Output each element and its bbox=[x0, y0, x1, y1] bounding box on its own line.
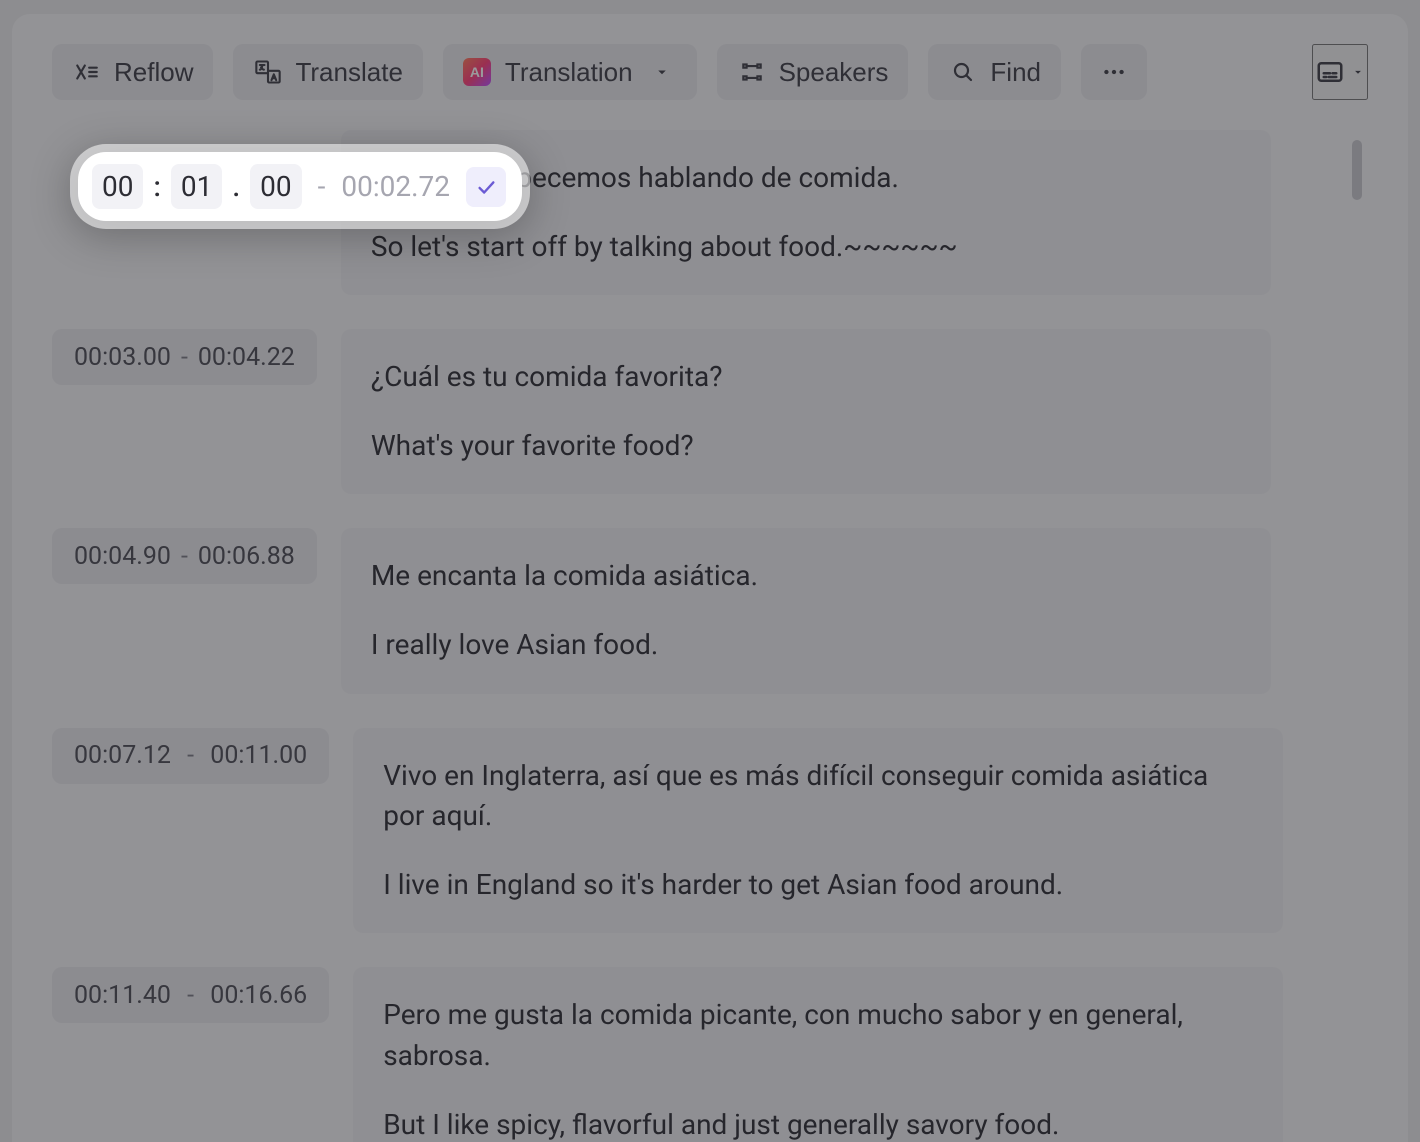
translation-dropdown[interactable]: AI Translation bbox=[443, 44, 697, 100]
time-centis-input[interactable]: 00 bbox=[250, 164, 301, 209]
timecode-pill[interactable]: 00:11.40 - 00:16.66 bbox=[52, 967, 329, 1023]
transcript-row: 00:11.40 - 00:16.66 Pero me gusta la com… bbox=[52, 967, 1368, 1142]
speakers-icon bbox=[737, 57, 767, 87]
time-minutes-input[interactable]: 00 bbox=[92, 164, 143, 209]
colon-separator: : bbox=[153, 170, 160, 203]
range-dash: - bbox=[318, 170, 326, 203]
transcript-row: 00:07.12 - 00:11.00 Vivo en Inglaterra, … bbox=[52, 728, 1368, 934]
segment-text[interactable]: Vivo en Inglaterra, así que es más difíc… bbox=[353, 728, 1283, 934]
segment-text[interactable]: Me encanta la comida asiática. I really … bbox=[341, 528, 1271, 693]
transcript-content: 00:01.00 - 00:02.72 npecemos hablando de… bbox=[52, 130, 1368, 1142]
transcript-row: 00:03.00 - 00:04.22 ¿Cuál es tu comida f… bbox=[52, 329, 1368, 494]
time-seconds-input[interactable]: 01 bbox=[171, 164, 222, 209]
translate-button[interactable]: Translate bbox=[233, 44, 422, 100]
time-editor-popover: 00 : 01 . 00 - 00:02.72 bbox=[78, 152, 522, 221]
dot-separator: . bbox=[232, 170, 240, 203]
chevron-down-icon bbox=[647, 57, 677, 87]
layout-toggle-button[interactable] bbox=[1312, 44, 1368, 100]
segment-original: Vivo en Inglaterra, así que es más difíc… bbox=[383, 756, 1253, 837]
find-label: Find bbox=[990, 57, 1041, 88]
segment-original: ¿Cuál es tu comida favorita? bbox=[371, 357, 1241, 398]
timecode-pill[interactable]: 00:03.00 - 00:04.22 bbox=[52, 329, 317, 385]
speakers-button[interactable]: Speakers bbox=[717, 44, 909, 100]
segment-translation: But I like spicy, flavorful and just gen… bbox=[383, 1105, 1253, 1142]
translation-label: Translation bbox=[505, 57, 633, 88]
segment-text[interactable]: ¿Cuál es tu comida favorita? What's your… bbox=[341, 329, 1271, 494]
segment-original: Pero me gusta la comida picante, con muc… bbox=[383, 995, 1253, 1076]
translate-label: Translate bbox=[295, 57, 402, 88]
segment-translation: I live in England so it's harder to get … bbox=[383, 865, 1253, 906]
check-icon bbox=[475, 176, 497, 198]
segment-text[interactable]: Pero me gusta la comida picante, con muc… bbox=[353, 967, 1283, 1142]
chevron-down-icon bbox=[1351, 65, 1365, 79]
ai-badge-icon: AI bbox=[463, 58, 491, 86]
segment-original: Me encanta la comida asiática. bbox=[371, 556, 1241, 597]
confirm-time-button[interactable] bbox=[466, 167, 506, 207]
segment-translation: I really love Asian food. bbox=[371, 625, 1241, 666]
time-end-display: 00:02.72 bbox=[341, 170, 450, 203]
more-options-button[interactable] bbox=[1081, 44, 1147, 100]
transcript-row: 00:04.90 - 00:06.88 Me encanta la comida… bbox=[52, 528, 1368, 693]
transcript-rows: 00:01.00 - 00:02.72 npecemos hablando de… bbox=[52, 130, 1368, 1142]
ellipsis-icon bbox=[1099, 57, 1129, 87]
toolbar: Reflow Translate AI Translation bbox=[52, 44, 1368, 100]
timecode-pill[interactable]: 00:07.12 - 00:11.00 bbox=[52, 728, 329, 784]
search-icon bbox=[948, 57, 978, 87]
timecode-pill[interactable]: 00:04.90 - 00:06.88 bbox=[52, 528, 317, 584]
reflow-icon bbox=[72, 57, 102, 87]
translate-icon bbox=[253, 57, 283, 87]
reflow-button[interactable]: Reflow bbox=[52, 44, 213, 100]
reflow-label: Reflow bbox=[114, 57, 193, 88]
subtitles-icon bbox=[1315, 57, 1345, 87]
segment-translation: What's your favorite food? bbox=[371, 426, 1241, 467]
segment-translation: So let's start off by talking about food… bbox=[371, 227, 1241, 268]
find-button[interactable]: Find bbox=[928, 44, 1061, 100]
speakers-label: Speakers bbox=[779, 57, 889, 88]
scrollbar-thumb[interactable] bbox=[1352, 140, 1362, 200]
